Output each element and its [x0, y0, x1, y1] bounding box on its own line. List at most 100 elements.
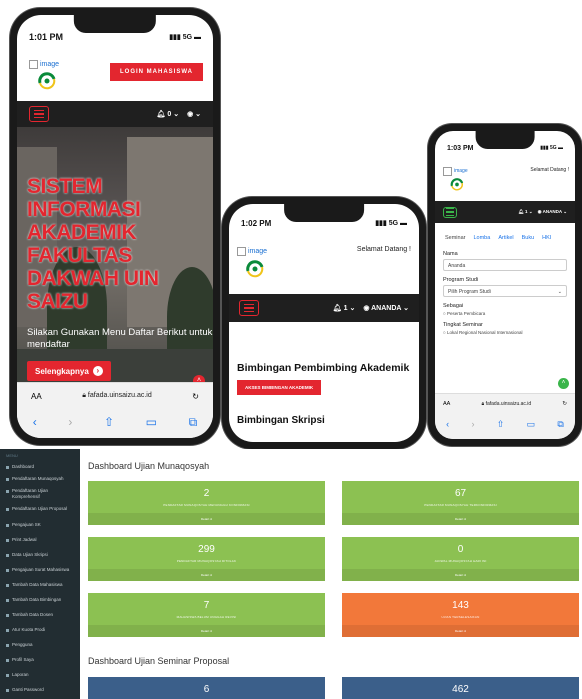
sidebar-item-laporan[interactable]: Laporan [0, 672, 80, 678]
sidebar-item-pengguna[interactable]: Pengguna [0, 642, 80, 648]
heading-bimbingan-skripsi: Bimbingan Skripsi [237, 415, 325, 426]
page-content: Bimbingan Pembimbing Akademik AKSES BIMB… [229, 322, 419, 426]
stat-box: 6 [88, 677, 325, 699]
welcome-text: Selamat Datang ! [356, 246, 411, 253]
arrow-right-icon: › [92, 366, 103, 376]
sidebar-item-bimbingan[interactable]: Tambah Data Bimbingan [0, 597, 80, 603]
scroll-top-button[interactable]: ˄ [558, 378, 569, 389]
sidebar-item-mahasiswa[interactable]: Tambah Data Mahasiswa [0, 582, 80, 588]
stat-detail-link[interactable]: Detail ➜ [342, 569, 579, 581]
nama-input[interactable]: Ananda [443, 259, 567, 271]
stat-detail-link[interactable]: Detail ➜ [342, 625, 579, 637]
stat-detail-link[interactable]: Detail ➜ [88, 513, 325, 525]
notification-button[interactable]: 🔔︎ 1 ⌄ [333, 304, 356, 312]
nama-label: Nama [443, 251, 458, 257]
form-icon [6, 477, 9, 481]
hamburger-menu-button[interactable] [239, 300, 259, 316]
tab-buku[interactable]: Buku [522, 235, 535, 241]
sidebar-item-kuota[interactable]: Atur Kuota Prodi [0, 627, 80, 633]
back-icon[interactable]: ‹ [33, 415, 37, 429]
user-icon: ◉ [363, 305, 370, 312]
logo-icon [450, 177, 464, 190]
prodi-select[interactable]: Pilih Program Studi ⌄ [443, 285, 567, 297]
stat-caption: PENDAFTAR MUNAQOSYAH MENUNGGU KONFIRMASI [163, 503, 250, 507]
browser-bar: AA 🔒︎ fafada.uinsaizu.ac.id ↻ ‹ › ⇧ ▭ ⧉ [17, 382, 213, 438]
stat-value: 462 [452, 684, 469, 695]
bookmarks-icon[interactable]: ▭ [527, 419, 536, 430]
user-icon [6, 643, 9, 647]
browser-bar: AA 🔒︎ fafada.uinsaizu.ac.id ↻ ‹ › ⇧ ▭ ⧉ [435, 393, 575, 439]
sidebar-item-profil[interactable]: Profil Saya [0, 657, 80, 663]
navbar-right: 🔔︎ 1 ⌄ ◉ ANANDA ⌄ [518, 209, 567, 215]
back-icon[interactable]: ‹ [446, 419, 449, 429]
bell-icon: 🔔︎ [156, 111, 166, 118]
sidebar-item-surat[interactable]: Pengajuan Surat Mahasiswa [0, 567, 80, 573]
stat-caption: JADWAL MUNAQOSYAH HARI INI [434, 559, 487, 563]
address-field[interactable]: 🔒︎ fafada.uinsaizu.ac.id [82, 392, 152, 400]
akses-bimbingan-button[interactable]: AKSES BIMBINGAN AKADEMIK [237, 380, 322, 395]
text-size-button[interactable]: AA [443, 401, 450, 407]
share-icon[interactable]: ⇧ [497, 419, 505, 430]
hamburger-menu-button[interactable] [443, 206, 457, 218]
print-icon [6, 538, 9, 542]
sidebar-item-jadwal[interactable]: Print Jadwal [0, 537, 80, 543]
dashboard-icon [6, 465, 9, 469]
sidebar-item-proposal[interactable]: Pendaftaran Ujian Proposal [0, 506, 80, 512]
section-title-proposal: Dashboard Ujian Seminar Proposal [88, 656, 230, 666]
notification-button[interactable]: 🔔︎ 0 ⌄ [157, 110, 180, 118]
stat-detail-link[interactable]: Detail ➜ [342, 513, 579, 525]
address-row: AA 🔒︎ fafada.uinsaizu.ac.id ↻ [435, 394, 575, 414]
file-icon [6, 523, 9, 527]
sebagai-radio-group[interactable]: ○ Peserta Pembicara [443, 311, 567, 316]
tabs-icon[interactable]: ⧉ [557, 419, 563, 430]
user-menu-button[interactable]: ◉ ⌄ [187, 110, 201, 118]
text-size-button[interactable]: AA [31, 392, 42, 401]
sidebar-item-munaqosyah[interactable]: Pendaftaran Munaqosyah [0, 476, 80, 482]
tingkat-radio-group[interactable]: ○ Lokal Regional Nasional Internasional [443, 330, 567, 335]
forward-icon[interactable]: › [471, 419, 474, 429]
network-label: 5G [388, 220, 399, 227]
sidebar-item-komprehensif[interactable]: Pendaftaran Ujian Komprehensif [0, 488, 80, 500]
hamburger-menu-button[interactable] [29, 106, 49, 122]
address-row: AA 🔒︎ fafada.uinsaizu.ac.id ↻ [17, 383, 213, 409]
user-icon: ◉ [537, 209, 542, 214]
sidebar-item-data-ujian[interactable]: Data Ujian Skripsi [0, 552, 80, 558]
user-menu-button[interactable]: ◉ ANANDA ⌄ [363, 304, 409, 312]
share-icon[interactable]: ⇧ [104, 415, 114, 429]
faculty-logo [35, 71, 59, 91]
reload-icon[interactable]: ↻ [192, 392, 199, 401]
address-field[interactable]: 🔒︎ fafada.uinsaizu.ac.id [482, 401, 532, 407]
brand-row: image Selamat Datang ! [229, 232, 419, 294]
tab-lomba[interactable]: Lomba [473, 235, 490, 241]
tab-hki[interactable]: HKI [542, 235, 551, 241]
network-label: 5G [182, 34, 193, 41]
stat-value: 0 [457, 544, 464, 555]
bookmarks-icon[interactable]: ▭ [146, 415, 157, 429]
sidebar-item-sk[interactable]: Pengajuan SK [0, 522, 80, 528]
read-more-button[interactable]: Selengkapnya › [27, 361, 111, 381]
table-icon [6, 553, 9, 557]
sidebar-item-dosen[interactable]: Tambah Data Dosen [0, 612, 80, 618]
settings-icon [6, 628, 9, 632]
tab-seminar[interactable]: Seminar [445, 235, 465, 241]
stat-detail-link[interactable]: Detail ➜ [88, 625, 325, 637]
stat-box: 2 PENDAFTAR MUNAQOSYAH MENUNGGU KONFIRMA… [88, 481, 325, 525]
broken-image: image [443, 167, 468, 176]
tabs-icon[interactable]: ⧉ [189, 415, 198, 430]
phone-home-screen: 1:01 PM ▮▮▮ 5G ▬ image LOGIN MAHASISWA 🔔… [17, 15, 213, 438]
tab-artikel[interactable]: Artikel [498, 235, 513, 241]
notification-button[interactable]: 🔔︎ 1 ⌄ [518, 209, 533, 215]
stat-detail-link[interactable]: Detail ➜ [88, 569, 325, 581]
stat-caption: UJIAN TERSELESAIKAN [441, 615, 480, 619]
login-button[interactable]: LOGIN MAHASISWA [110, 63, 203, 81]
reload-icon[interactable]: ↻ [562, 401, 567, 407]
forward-icon[interactable]: › [68, 415, 72, 429]
sidebar-item-dashboard[interactable]: Dashboard [0, 464, 80, 470]
sidebar-header: MENU [6, 453, 18, 458]
stat-box: 67 PENDAFTAR MUNAQOSYAH TERKONFIRMASI De… [342, 481, 579, 525]
hero-title: SISTEM INFORMASI AKADEMIK FAKULTAS DAKWA… [27, 175, 159, 313]
prodi-label: Program Studi [443, 277, 479, 283]
user-menu-button[interactable]: ◉ ANANDA ⌄ [538, 209, 567, 215]
users-icon [6, 598, 9, 602]
sidebar-item-password[interactable]: Ganti Password [0, 687, 80, 693]
